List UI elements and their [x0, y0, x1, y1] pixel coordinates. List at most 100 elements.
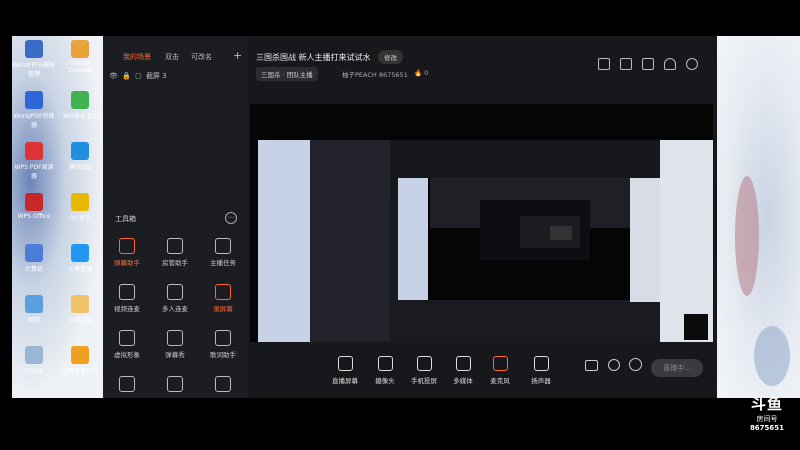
left-panel: 我的场景 双击 可改名 + 👁 🔒 ▢ 截屏 3 工具箱 ⋯ 弹幕助手 房管助手 主… — [103, 36, 248, 398]
desktop-icon[interactable]: 360安全卫士 — [58, 91, 102, 120]
bottom-tool-label: 摄像头 — [375, 377, 395, 385]
wallpaper-art — [735, 176, 790, 386]
desktop-icon-label: 斗鱼直播 — [67, 266, 92, 273]
desktop-icon[interactable]: 腾讯QQ — [58, 142, 102, 171]
preview-eye-icon[interactable] — [608, 359, 620, 371]
bell-icon[interactable] — [664, 58, 676, 70]
desktop-icon[interactable]: 斗鱼直播伴侣 — [58, 346, 102, 375]
desktop-icon[interactable]: WPS Office — [12, 193, 56, 220]
live-preview[interactable] — [250, 104, 713, 342]
scene-name: 截屏 3 — [145, 72, 167, 80]
hot-value: 0 — [424, 69, 429, 77]
desktop-icon-label: 小游戏库 — [67, 317, 92, 324]
video-link-icon — [119, 284, 135, 300]
room-id: 8675651 — [378, 71, 408, 79]
multi-link-icon — [167, 284, 183, 300]
tool-lyrics[interactable]: 歌词助手 — [201, 330, 245, 359]
lyrics-icon — [215, 330, 231, 346]
edit-title-button[interactable]: 修改 — [378, 50, 403, 64]
app-icon — [25, 91, 43, 109]
app-icon — [25, 193, 43, 211]
app-icon — [71, 193, 89, 211]
bottom-screen-button[interactable]: 直播屏幕 — [325, 356, 365, 385]
mic-icon — [492, 356, 508, 371]
douyu-live-companion-window: 我的场景 双击 可改名 + 👁 🔒 ▢ 截屏 3 工具箱 ⋯ 弹幕助手 房管助手 主… — [103, 36, 717, 398]
media-icon — [455, 356, 471, 371]
lock-icon[interactable] — [620, 58, 632, 70]
desktop-icon-label: WordPPT&模板管理 — [12, 62, 56, 78]
tool-avatar[interactable]: 虚拟形象 — [105, 330, 149, 359]
tool-game[interactable] — [201, 376, 245, 395]
desktop-icon-label: WPS PDF阅读器 — [14, 164, 54, 180]
owner-info: 柚子PEACH 8675651 — [342, 69, 408, 79]
tab-my-scenes[interactable]: 我的场景 — [123, 52, 151, 62]
bottom-camera-button[interactable]: 摄像头 — [365, 356, 405, 385]
bottom-phone-cast-button[interactable]: 手机投屏 — [404, 356, 444, 385]
app-icon — [25, 40, 43, 58]
desktop-wallpaper: WordPPT&模板管理 Google Chrome Word/PDF转换器 360安… — [12, 36, 103, 398]
tool-danmu-show[interactable]: 弹幕秀 — [153, 330, 197, 359]
screen-icon — [337, 356, 353, 371]
speaker-icon — [533, 356, 549, 371]
desktop-icon[interactable]: WPS PDF阅读器 — [12, 142, 56, 180]
desktop-icon[interactable]: Word/PDF转换器 — [12, 91, 56, 129]
desktop-icon[interactable]: QQ音乐 — [58, 193, 102, 222]
desktop-icon-label: WPS Office — [17, 213, 51, 220]
lock-icon[interactable]: 🔒 — [122, 72, 131, 80]
desktop-icon[interactable]: 斗鱼直播 — [58, 244, 102, 273]
desktop-icon[interactable]: 回收站 — [12, 346, 56, 375]
bottom-tool-label: 直播屏幕 — [332, 377, 358, 385]
window-icon[interactable] — [642, 58, 654, 70]
desktop-icon-label: 回收站 — [24, 368, 43, 375]
download-icon — [167, 376, 183, 392]
danmu-show-icon — [167, 330, 183, 346]
bottom-letterbox — [0, 398, 800, 450]
app-icon — [25, 295, 43, 313]
task-icon — [215, 238, 231, 254]
tool-new-tool[interactable] — [105, 376, 149, 395]
desktop-icon-label: 网络 — [27, 317, 40, 324]
desktop-icon[interactable]: 小游戏库 — [58, 295, 102, 324]
add-scene-icon[interactable]: + — [233, 49, 242, 62]
app-icon — [71, 244, 89, 262]
recursive-screen-capture — [250, 104, 713, 342]
go-live-button[interactable]: 直播中... — [651, 359, 703, 377]
bottom-media-button[interactable]: 多媒体 — [443, 356, 483, 385]
more-icon[interactable]: ⋯ — [225, 212, 237, 224]
tool-download[interactable] — [153, 376, 197, 395]
desktop-icon[interactable]: 网络 — [12, 295, 56, 324]
bottom-speaker-button[interactable]: 扬声器 — [521, 356, 561, 385]
tool-multi-link[interactable]: 多人连麦 — [153, 284, 197, 313]
danmu-icon — [119, 238, 135, 254]
eye-icon[interactable]: 👁 — [109, 72, 118, 80]
desktop-icon[interactable]: WordPPT&模板管理 — [12, 40, 56, 78]
scene-row[interactable]: 👁 🔒 ▢ 截屏 3 — [109, 71, 167, 81]
desktop-icon[interactable]: Google Chrome — [58, 40, 102, 74]
settings-icon[interactable] — [629, 358, 642, 371]
tool-label: 虚拟形象 — [114, 351, 140, 359]
tool-record[interactable]: 录屏幕 — [201, 284, 245, 313]
tool-label: 录屏幕 — [213, 305, 233, 313]
tool-danmu[interactable]: 弹幕助手 — [105, 238, 149, 267]
tool-label: 多人连麦 — [162, 305, 188, 313]
tool-task[interactable]: 主播任务 — [201, 238, 245, 267]
camera-small-icon[interactable] — [585, 360, 598, 371]
tool-label: 弹幕助手 — [114, 259, 140, 267]
tab-rename[interactable]: 可改名 — [191, 52, 212, 62]
tool-label: 弹幕秀 — [165, 351, 185, 359]
record-icon — [215, 284, 231, 300]
share-icon[interactable] — [686, 58, 698, 70]
room-title: 三国杀国战 新人主播打来试试水 — [256, 53, 371, 62]
right-wallpaper — [717, 36, 800, 398]
category-badge[interactable]: 三国杀 · 团队主播 — [256, 67, 318, 81]
tab-double-click[interactable]: 双击 — [165, 52, 179, 62]
new-tool-icon — [119, 376, 135, 392]
gift-icon[interactable] — [598, 58, 610, 70]
bottom-mic-button[interactable]: 麦克风 — [480, 356, 520, 385]
app-icon — [71, 142, 89, 160]
tool-video-link[interactable]: 视频连麦 — [105, 284, 149, 313]
tool-manager[interactable]: 房管助手 — [153, 238, 197, 267]
hot-count: 🔥 0 — [414, 69, 429, 77]
desktop-icon[interactable]: 计算机 — [12, 244, 56, 273]
app-icon — [71, 295, 89, 313]
